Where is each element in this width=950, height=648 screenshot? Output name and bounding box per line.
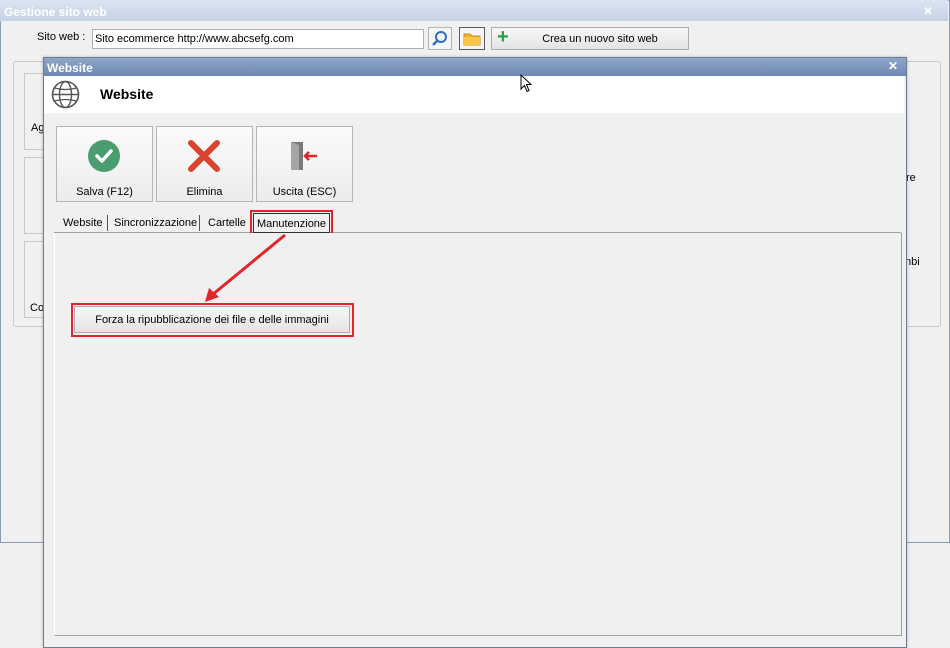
globe-icon <box>50 79 81 110</box>
save-label: Salva (F12) <box>76 186 133 198</box>
tab-separator <box>107 215 108 231</box>
outer-close-icon[interactable]: ✕ <box>921 4 935 18</box>
site-label: Sito web : <box>37 31 86 43</box>
delete-x-icon <box>187 139 221 173</box>
search-icon <box>432 31 447 46</box>
plus-icon: + <box>497 26 509 48</box>
background-text: re <box>906 172 916 184</box>
outer-window-title: Gestione sito web <box>0 0 948 21</box>
dialog-header <box>44 76 904 113</box>
delete-label: Elimina <box>186 186 223 198</box>
background-text: nbi <box>905 256 920 268</box>
tab-sincronizzazione[interactable]: Sincronizzazione <box>114 213 197 233</box>
site-select[interactable]: Sito ecommerce http://www.abcsefg.com <box>92 29 424 49</box>
create-site-label: Crea un nuovo sito web <box>542 33 658 45</box>
exit-label: Uscita (ESC) <box>272 186 337 198</box>
mouse-cursor-icon <box>520 74 533 93</box>
exit-door-icon <box>287 139 321 173</box>
background-text: Co <box>30 302 45 314</box>
tab-separator <box>199 215 200 231</box>
dialog-close-icon[interactable]: ✕ <box>886 59 900 73</box>
checkmark-icon <box>87 139 121 173</box>
search-button[interactable] <box>428 27 452 50</box>
dialog-title: Website <box>44 58 906 76</box>
tab-website[interactable]: Website <box>63 213 103 233</box>
annotation-arrow-icon <box>205 233 286 302</box>
open-folder-button[interactable] <box>459 27 485 50</box>
folder-icon <box>463 33 481 46</box>
dialog-heading: Website <box>100 86 154 102</box>
tab-content-panel <box>54 233 902 636</box>
